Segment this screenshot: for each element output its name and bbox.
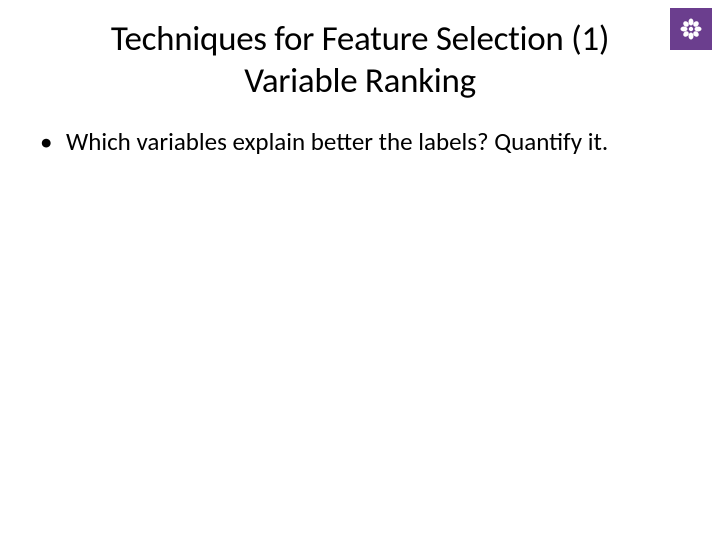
institution-logo	[670, 8, 712, 50]
slide-content: • Which variables explain better the lab…	[0, 102, 720, 157]
bullet-text: Which variables explain better the label…	[66, 126, 660, 157]
slide-title: Techniques for Feature Selection (1) Var…	[0, 0, 720, 102]
logo-emblem	[678, 16, 704, 42]
title-line-2: Variable Ranking	[40, 60, 680, 102]
bullet-marker: •	[38, 126, 66, 157]
title-line-1: Techniques for Feature Selection (1)	[40, 18, 680, 60]
bullet-item: • Which variables explain better the lab…	[38, 126, 660, 157]
